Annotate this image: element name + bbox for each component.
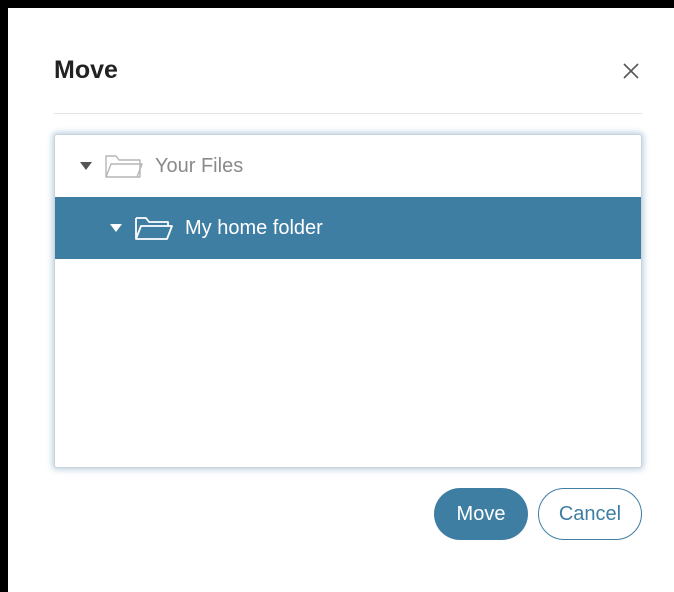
folder-tree[interactable]: Your Files My home folder	[54, 134, 642, 468]
caret-down-icon[interactable]	[109, 223, 123, 233]
tree-item-your-files[interactable]: Your Files	[55, 135, 641, 197]
dialog-title: Move	[54, 56, 118, 84]
move-dialog: Move Your Files My home folder Move Canc…	[8, 8, 674, 592]
folder-outline-icon	[105, 155, 143, 178]
folder-open-icon	[135, 217, 173, 240]
move-button[interactable]: Move	[434, 488, 528, 540]
tree-item-my-home-folder[interactable]: My home folder	[55, 197, 641, 259]
cancel-button[interactable]: Cancel	[538, 488, 642, 540]
caret-down-icon[interactable]	[79, 161, 93, 171]
title-divider	[54, 113, 642, 114]
tree-item-label: My home folder	[185, 216, 323, 239]
tree-item-label: Your Files	[155, 154, 244, 177]
close-icon	[623, 63, 639, 79]
close-button[interactable]	[620, 60, 642, 82]
